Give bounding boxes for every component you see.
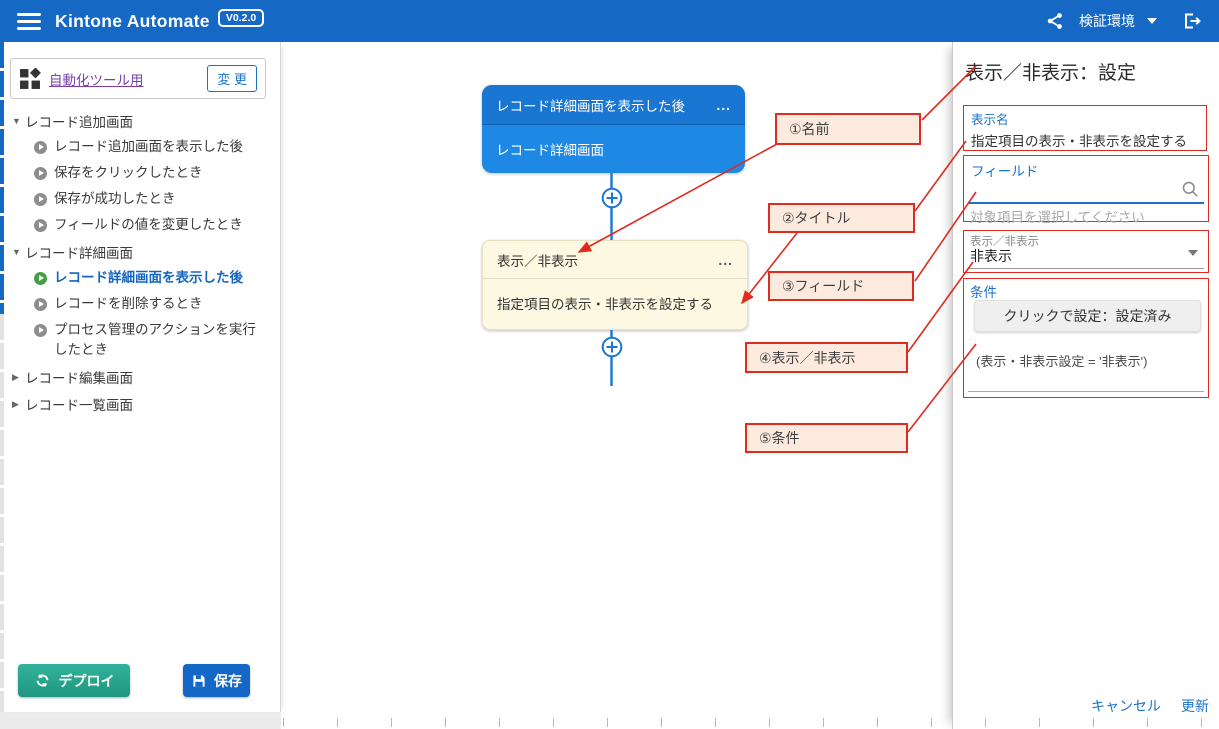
annotation-field: ③フィールド [768,271,914,301]
event-tree: ▼ レコード追加画面 レコード追加画面を表示した後 保存をクリックしたとき 保存… [4,107,280,417]
change-app-button[interactable]: 変 更 [207,65,257,92]
settings-panel: 表示／非表示：設定 表示名 指定項目の表示・非表示を設定する フィールド 対象項… [952,42,1219,729]
panel-title: 表示／非表示：設定 [965,58,1219,85]
app-header: Kintone Automate V0.2.0 検証環境 [0,0,1219,42]
tree-item[interactable]: レコードを削除するとき [4,291,280,317]
share-icon[interactable] [1045,11,1065,31]
visibility-select[interactable]: 表示／非表示 非表示 [963,230,1209,273]
add-step-button[interactable] [601,336,623,358]
floppy-disk-icon [191,673,207,689]
tree-group-record-detail[interactable]: ▼ レコード詳細画面 [4,238,280,265]
tree-item[interactable]: フィールドの値を変更したとき [4,212,280,238]
chevron-expanded-icon: ▼ [12,116,25,126]
search-icon[interactable] [1181,180,1200,204]
app-card: 自動化ツール用 変 更 [10,58,266,99]
tree-group-record-add[interactable]: ▼ レコード追加画面 [4,107,280,134]
sidebar: 自動化ツール用 変 更 ▼ レコード追加画面 レコード追加画面を表示した後 保存… [4,42,281,712]
display-name-value[interactable]: 指定項目の表示・非表示を設定する [971,130,1199,150]
node-menu-icon[interactable]: ... [716,101,731,109]
chevron-expanded-icon: ▼ [12,247,25,257]
event-play-icon-active [34,272,47,285]
tree-item-active[interactable]: レコード詳細画面を表示した後 [4,265,280,291]
sync-icon [34,672,51,689]
app-title: Kintone Automate [55,11,210,32]
tree-group-record-list[interactable]: ▶ レコード一覧画面 [4,390,280,417]
condition-underline [968,391,1204,392]
cancel-button[interactable]: キャンセル [1091,696,1161,716]
flow-node-action[interactable]: 表示／非表示 ... 指定項目の表示・非表示を設定する [482,240,748,330]
left-edge-strip-lower [0,314,4,712]
node-subtitle: 指定項目の表示・非表示を設定する [497,293,713,313]
event-play-icon [34,298,47,311]
tree-group-record-edit[interactable]: ▶ レコード編集画面 [4,363,280,390]
chevron-collapsed-icon: ▶ [12,399,25,410]
node-menu-icon[interactable]: ... [718,256,733,264]
annotation-name: ①名前 [775,113,921,145]
tree-item[interactable]: 保存をクリックしたとき [4,160,280,186]
deploy-button[interactable]: デプロイ [18,664,130,697]
condition-configure-button[interactable]: クリックで設定：設定済み [974,300,1201,332]
event-play-icon [34,167,47,180]
annotation-visibility: ④表示／非表示 [745,342,908,373]
field-label: フィールド [971,160,1038,180]
version-badge: V0.2.0 [218,9,264,27]
add-step-button[interactable] [601,187,623,209]
annotation-title: ②タイトル [768,203,915,233]
node-title: 表示／非表示 [497,250,578,270]
field-select-field: フィールド 対象項目を選択してください [963,155,1209,222]
display-name-label: 表示名 [971,109,1199,128]
node-subtitle: レコード詳細画面 [496,139,604,159]
app-icon [19,68,41,90]
event-play-icon [34,141,47,154]
condition-label: 条件 [970,281,997,301]
condition-expression: (表示・非表示設定 = '非表示') [976,351,1147,370]
visibility-value: 非表示 [970,246,1012,266]
save-button[interactable]: 保存 [183,664,250,697]
update-button[interactable]: 更新 [1181,696,1209,716]
hamburger-menu-icon[interactable] [17,13,41,30]
annotation-condition: ⑤条件 [745,423,908,453]
flow-node-trigger[interactable]: レコード詳細画面を表示した後 ... レコード詳細画面 [482,85,745,173]
chevron-collapsed-icon: ▶ [12,372,25,383]
kintone-automate-screen: Kintone Automate V0.2.0 検証環境 [0,0,1219,729]
tree-item[interactable]: 保存が成功したとき [4,186,280,212]
sidebar-footer: デプロイ 保存 [4,664,280,710]
canvas-ruler-ticks [283,718,1219,727]
event-play-icon [34,324,47,337]
node-title: レコード詳細画面を表示した後 [496,95,685,115]
field-input-underline [969,202,1204,204]
select-caret-icon[interactable] [1188,250,1198,256]
app-name-link[interactable]: 自動化ツール用 [49,69,144,89]
tree-item[interactable]: レコード追加画面を表示した後 [4,134,280,160]
left-edge-strip [0,42,4,314]
logout-icon[interactable] [1181,11,1203,31]
environment-dropdown-caret-icon[interactable] [1147,18,1157,24]
bottom-left-strip [0,712,281,729]
display-name-field: 表示名 指定項目の表示・非表示を設定する [963,105,1207,151]
environment-label: 検証環境 [1079,11,1135,31]
field-input-placeholder[interactable]: 対象項目を選択してください [970,206,1145,226]
event-play-icon [34,219,47,232]
tree-item[interactable]: プロセス管理のアクションを実行したとき [4,317,280,363]
condition-section: 条件 クリックで設定：設定済み (表示・非表示設定 = '非表示') [963,278,1209,398]
select-underline [968,268,1204,269]
event-play-icon [34,193,47,206]
panel-actions: キャンセル 更新 [1091,696,1209,716]
